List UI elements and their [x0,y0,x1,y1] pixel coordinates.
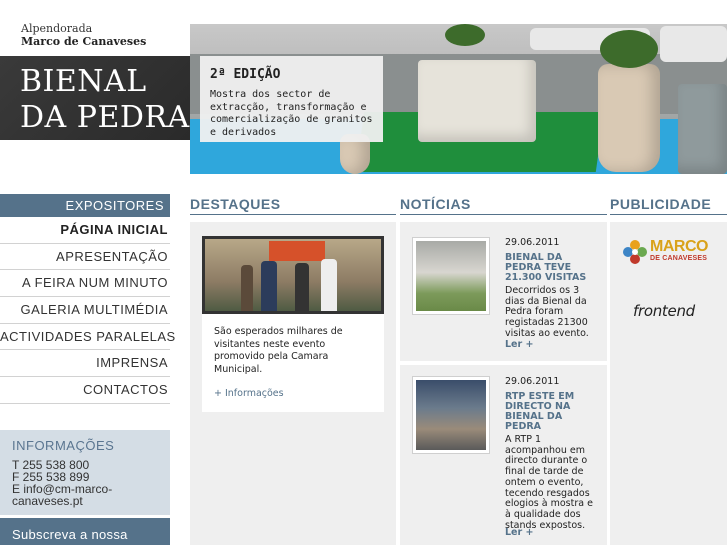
news-body: Decorridos os 3 dias da Bienal da Pedra … [505,285,589,339]
destaque-photo-person [241,265,253,311]
news-body: A RTP 1 acompanhou em directo durante o … [505,434,593,531]
news-read-more[interactable]: Ler + [505,339,533,350]
destaque-photo-person [295,263,309,311]
section-rule [400,214,607,215]
section-title-publicidade: PUBLICIDADE [610,196,712,212]
hero-stone-bench [418,60,536,142]
nav-item-feira-num-minuto[interactable]: A FEIRA NUM MINUTO [0,270,170,298]
nav-item-pagina-inicial[interactable]: PÁGINA INICIAL [0,217,170,244]
marco-canaveses-flower-icon [623,240,647,264]
destaque-photo-person [321,259,337,311]
hero-plant [600,30,658,68]
ad-frontend-logo[interactable]: frontend [633,302,695,320]
section-rule [190,214,396,215]
news-thumbnail[interactable] [412,376,490,454]
news-date: 29.06.2011 [505,237,560,248]
ad-marco-canaveses-sub: DE CANAVESES [650,255,708,262]
info-email[interactable]: E info@cm-marco-canaveses.pt [12,483,158,507]
nav-item-imprensa[interactable]: IMPRENSA [0,350,170,378]
news-title[interactable]: BIENAL DA PEDRA TEVE 21.300 VISITAS [505,253,597,283]
nav-item-expositores[interactable]: EXPOSITORES [0,194,170,217]
publicidade-panel [610,222,727,545]
news-date: 29.06.2011 [505,376,560,387]
ad-marco-canaveses-name[interactable]: MARCO [650,238,708,256]
main-nav: EXPOSITORES PÁGINA INICIAL APRESENTAÇÃO … [0,194,175,404]
brand-title-line1[interactable]: BIENAL [20,64,147,99]
hero-plant [445,24,485,46]
nav-item-actividades-paralelas[interactable]: ACTIVIDADES PARALELAS [0,324,175,351]
section-rule [610,214,727,215]
brand-block: Alpendorada Marco de Canaveses BIENAL DA… [0,0,190,140]
news-thumbnail-image [416,241,486,311]
brand-location: Alpendorada [21,22,93,35]
hero-car [660,26,727,62]
section-title-destaques: DESTAQUES [190,196,281,212]
edition-description: Mostra dos sector de extracção, transfor… [210,89,373,138]
destaque-more-link[interactable]: + Informações [214,388,284,399]
news-thumbnail[interactable] [412,237,490,315]
nav-item-galeria-multimedia[interactable]: GALERIA MULTIMÉDIA [0,297,170,324]
nav-item-apresentacao[interactable]: APRESENTAÇÃO [0,244,170,271]
destaque-photo[interactable] [202,236,384,314]
destaque-text: São esperados milhares de visitantes nes… [214,326,343,375]
info-panel: INFORMAÇÕES T 255 538 800 F 255 538 899 … [0,430,170,515]
news-title[interactable]: RTP ESTE EM DIRECTO NA BIENAL DA PEDRA [505,392,597,432]
destaque-photo-sign [269,241,325,261]
news-read-more[interactable]: Ler + [505,527,533,538]
newsletter-subscribe-button[interactable]: Subscreva a nossa [0,518,170,545]
section-title-noticias: NOTÍCIAS [400,196,471,212]
edition-title: 2ª EDIÇÃO [210,67,281,82]
info-title: INFORMAÇÕES [12,438,115,453]
destaque-photo-person [261,261,277,311]
news-thumbnail-image [416,380,486,450]
nav-item-contactos[interactable]: CONTACTOS [0,377,170,404]
news-separator [400,361,607,365]
edition-callout: 2ª EDIÇÃO Mostra dos sector de extracção… [200,56,383,142]
brand-municipality: Marco de Canaveses [21,35,147,48]
hero-stone-block [678,84,727,174]
brand-title-line2[interactable]: DA PEDRA [20,100,190,135]
hero-stone-vase [598,64,660,172]
